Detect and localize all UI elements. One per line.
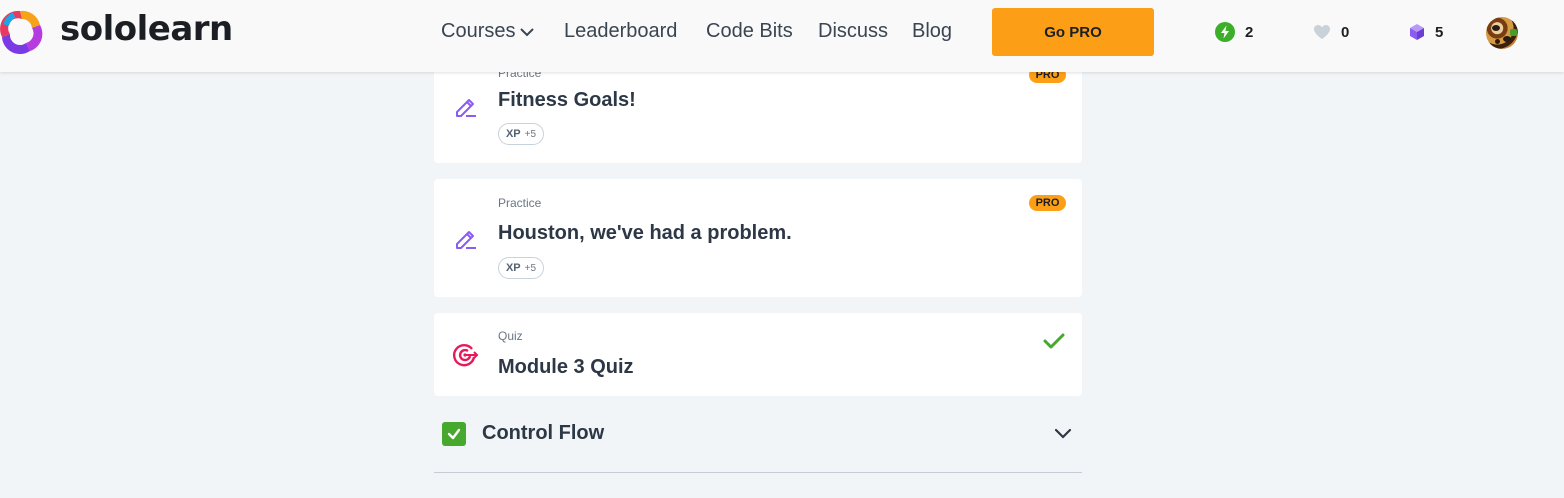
section-divider: [434, 472, 1082, 473]
lesson-title: Module 3 Quiz: [498, 356, 634, 378]
lesson-card[interactable]: Practice PRO Houston, we've had a proble…: [434, 179, 1082, 297]
nav-courses-label: Courses: [441, 20, 516, 42]
edit-pencil-icon: [456, 99, 476, 117]
gem-cube-icon: [1410, 24, 1424, 40]
gems-count: 5: [1435, 23, 1444, 41]
checkmark-icon: [1043, 333, 1065, 349]
section-complete-checkbox: [442, 422, 466, 446]
gems-stat[interactable]: 5: [1409, 22, 1443, 42]
go-pro-button[interactable]: Go PRO: [992, 8, 1154, 56]
brand-name[interactable]: sololearn: [60, 9, 233, 49]
nav-discuss[interactable]: Discuss: [818, 20, 888, 43]
lesson-type: Quiz: [498, 329, 523, 343]
lightning-bolt-icon: [1215, 22, 1235, 42]
nav-courses[interactable]: Courses: [441, 20, 535, 43]
chevron-down-icon: [520, 28, 535, 37]
hearts-count: 0: [1341, 23, 1350, 41]
streak-count: 2: [1245, 23, 1254, 41]
xp-badge: XP +5: [498, 123, 544, 145]
edit-pencil-icon: [456, 231, 476, 249]
lesson-title: Fitness Goals!: [498, 89, 636, 111]
pro-badge: PRO: [1029, 195, 1066, 211]
nav-blog[interactable]: Blog: [912, 20, 952, 43]
user-avatar[interactable]: [1486, 17, 1518, 49]
xp-badge: XP +5: [498, 257, 544, 279]
streak-stat[interactable]: 2: [1215, 22, 1253, 42]
lesson-title: Houston, we've had a problem.: [498, 222, 792, 244]
lesson-type: Practice: [498, 196, 542, 210]
target-icon: [453, 344, 479, 367]
heart-icon: [1314, 25, 1330, 39]
nav-leaderboard[interactable]: Leaderboard: [564, 20, 677, 43]
xp-value: +5: [524, 128, 537, 140]
xp-label: XP: [505, 262, 521, 274]
lesson-card[interactable]: Quiz Module 3 Quiz: [434, 313, 1082, 396]
sololearn-logo-icon[interactable]: [0, 7, 46, 55]
checkmark-icon: [447, 428, 461, 440]
section-title[interactable]: Control Flow: [482, 422, 604, 445]
top-nav-bar: sololearn Courses Leaderboard Code Bits …: [0, 0, 1564, 72]
chevron-down-icon[interactable]: [1053, 426, 1073, 440]
nav-code-bits[interactable]: Code Bits: [706, 20, 793, 43]
hearts-stat[interactable]: 0: [1313, 22, 1349, 42]
xp-label: XP: [505, 128, 521, 140]
xp-value: +5: [524, 262, 537, 274]
